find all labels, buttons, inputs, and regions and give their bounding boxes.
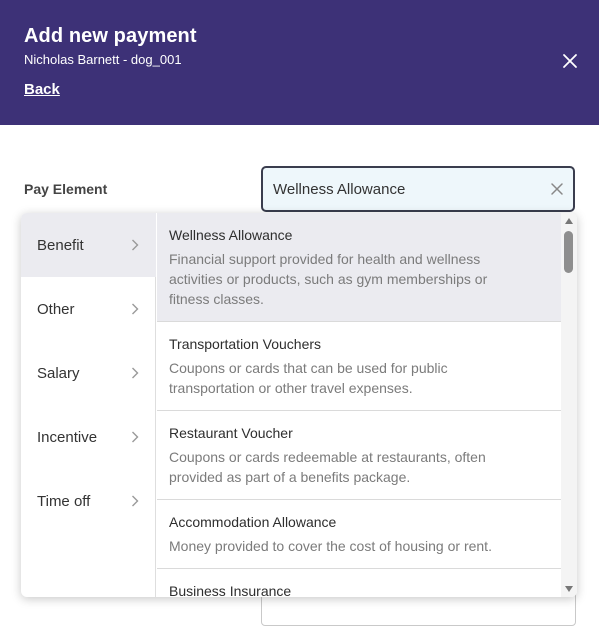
page-title: Add new payment (24, 25, 197, 47)
chevron-right-icon (132, 239, 139, 251)
option-restaurant-voucher[interactable]: Restaurant Voucher Coupons or cards rede… (157, 411, 561, 500)
option-list: Wellness Allowance Financial support pro… (157, 213, 561, 597)
category-label: Time off (37, 492, 91, 510)
option-name: Restaurant Voucher (169, 425, 293, 441)
category-label: Salary (37, 364, 80, 382)
category-label: Other (37, 300, 75, 318)
clear-icon[interactable] (550, 182, 564, 196)
header: Add new payment Nicholas Barnett - dog_0… (0, 0, 599, 125)
category-list: Benefit Other Salary Incentive Time off (21, 213, 156, 597)
scroll-down-icon[interactable] (565, 586, 573, 592)
desc-line: Money provided to cover the cost of hous… (169, 538, 492, 554)
option-description: Money provided to cover the cost of hous… (169, 536, 549, 556)
desc-line: Coupons or cards redeemable at restauran… (169, 449, 486, 465)
category-other[interactable]: Other (21, 277, 156, 341)
option-name: Wellness Allowance (169, 227, 293, 243)
option-description: Coupons or cards redeemable at restauran… (169, 447, 549, 487)
employee-subtitle: Nicholas Barnett - dog_001 (24, 52, 182, 67)
pay-element-label: Pay Element (24, 181, 108, 197)
back-link[interactable]: Back (24, 81, 60, 98)
category-time-off[interactable]: Time off (21, 469, 156, 533)
desc-line: activities or products, such as gym memb… (169, 271, 488, 287)
option-description: Financial support provided for health an… (169, 249, 549, 309)
chevron-right-icon (132, 431, 139, 443)
chevron-right-icon (132, 495, 139, 507)
option-name: Accommodation Allowance (169, 514, 337, 530)
chevron-right-icon (132, 367, 139, 379)
option-name: Transportation Vouchers (169, 336, 322, 352)
category-label: Incentive (37, 428, 98, 446)
category-benefit[interactable]: Benefit (21, 213, 156, 277)
desc-line: Coupons or cards that can be used for pu… (169, 360, 448, 376)
desc-line: Financial support provided for health an… (169, 251, 481, 267)
desc-line: transportation or other travel expenses. (169, 380, 413, 396)
option-accommodation-allowance[interactable]: Accommodation Allowance Money provided t… (157, 500, 561, 569)
category-label: Benefit (37, 236, 84, 254)
category-incentive[interactable]: Incentive (21, 405, 156, 469)
option-transportation-vouchers[interactable]: Transportation Vouchers Coupons or cards… (157, 322, 561, 411)
option-business-insurance[interactable]: Business Insurance (157, 569, 561, 597)
option-name: Business Insurance (169, 583, 292, 597)
scroll-up-icon[interactable] (565, 218, 573, 224)
scroll-thumb[interactable] (564, 231, 573, 273)
pay-element-dropdown: Benefit Other Salary Incentive Time off (21, 213, 577, 597)
desc-line: fitness classes. (169, 291, 264, 307)
pay-element-input[interactable] (261, 166, 575, 212)
option-description: Coupons or cards that can be used for pu… (169, 358, 549, 398)
desc-line: provided as part of a benefits package. (169, 469, 411, 485)
chevron-right-icon (132, 303, 139, 315)
dropdown-scrollbar[interactable] (561, 213, 577, 597)
add-payment-page: Add new payment Nicholas Barnett - dog_0… (0, 0, 599, 642)
option-wellness-allowance[interactable]: Wellness Allowance Financial support pro… (157, 213, 561, 322)
close-icon[interactable] (561, 52, 579, 70)
category-salary[interactable]: Salary (21, 341, 156, 405)
